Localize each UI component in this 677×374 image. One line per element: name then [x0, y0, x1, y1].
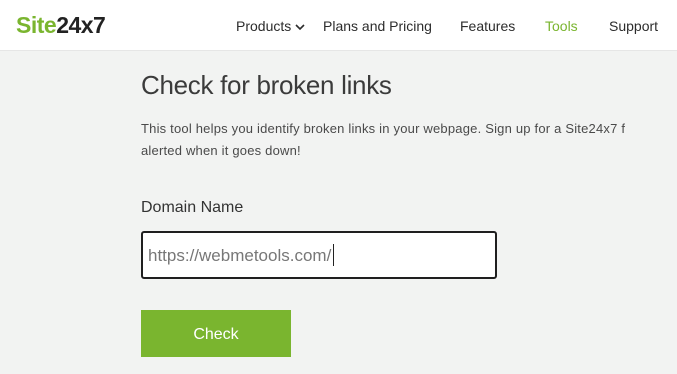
input-value-text: https://webmetools.com/	[148, 246, 332, 265]
tool-description: This tool helps you identify broken link…	[141, 118, 677, 162]
text-caret	[333, 243, 335, 266]
page-title: Check for broken links	[141, 70, 392, 100]
logo-site-text: Site	[16, 12, 57, 38]
top-header: Site24x7 Products Plans and Pricing Feat…	[0, 0, 677, 51]
site24x7-logo[interactable]: Site24x7	[16, 11, 106, 39]
description-line-2: alerted when it goes down!	[141, 143, 301, 158]
domain-name-input[interactable]: https://webmetools.com/	[141, 231, 497, 279]
description-line-1: This tool helps you identify broken link…	[141, 121, 626, 136]
nav-products-label: Products	[236, 18, 292, 34]
nav-plans-and-pricing[interactable]: Plans and Pricing	[323, 17, 432, 35]
check-button[interactable]: Check	[141, 310, 291, 357]
nav-products[interactable]: Products	[236, 17, 305, 35]
chevron-down-icon	[295, 17, 305, 35]
tool-content: Check for broken links This tool helps y…	[141, 50, 677, 374]
logo-number-text: 24x7	[56, 12, 106, 38]
nav-tools[interactable]: Tools	[545, 17, 578, 35]
domain-name-input-value: https://webmetools.com/	[148, 243, 335, 266]
nav-features[interactable]: Features	[460, 17, 515, 35]
domain-name-label: Domain Name	[141, 199, 244, 216]
nav-support[interactable]: Support	[609, 17, 658, 35]
